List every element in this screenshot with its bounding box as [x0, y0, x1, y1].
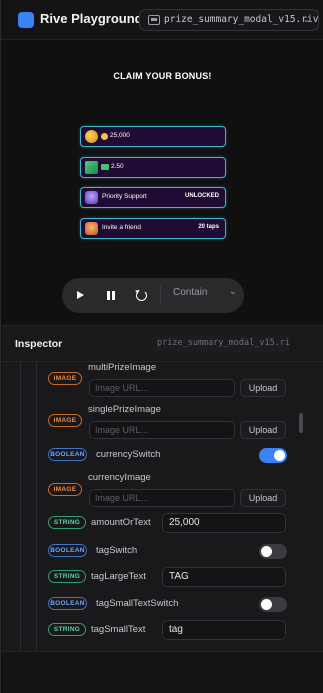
- chevron-down-icon: ⌄: [302, 14, 310, 24]
- prize-card-text: 25,000: [110, 132, 130, 139]
- prize-card-cash: 2.50: [80, 157, 226, 178]
- property-name: multiPrizeImage: [88, 362, 157, 373]
- type-badge-string: STRING: [48, 570, 86, 583]
- prize-card-coins: 25,000: [80, 126, 226, 147]
- prize-card-invite: Invite a friend 20 taps: [80, 218, 226, 239]
- type-badge-image: IMAGE: [48, 414, 82, 427]
- inspector-panel: Inspector prize_summary_modal_v15.riv mu…: [2, 325, 323, 693]
- type-badge-string: STRING: [48, 516, 86, 529]
- prize-card-text: Priority Support: [102, 193, 147, 200]
- image-url-input[interactable]: Image URL...: [89, 379, 235, 397]
- folder-icon: [148, 15, 160, 25]
- rive-logo-icon: [18, 12, 34, 28]
- type-badge-boolean: BOOLEAN: [48, 597, 87, 610]
- property-name: amountOrText: [91, 517, 151, 528]
- property-name: tagSmallTextSwitch: [96, 598, 179, 609]
- prize-card-text: Invite a friend: [102, 224, 142, 231]
- scrollbar-thumb[interactable]: [299, 413, 303, 433]
- type-badge-image: IMAGE: [48, 483, 82, 496]
- upload-button[interactable]: Upload: [240, 489, 286, 507]
- fit-select[interactable]: Contain: [173, 287, 207, 298]
- chevron-down-icon[interactable]: ⌄: [229, 286, 237, 297]
- currency-switch-toggle[interactable]: [259, 448, 287, 463]
- property-name: singlePrizeImage: [88, 404, 161, 415]
- type-badge-boolean: BOOLEAN: [48, 544, 87, 557]
- cash-icon: [85, 161, 98, 174]
- type-badge-boolean: BOOLEAN: [48, 448, 87, 461]
- type-badge-string: STRING: [48, 623, 86, 636]
- tag-small-text-input[interactable]: tag: [162, 620, 286, 640]
- upload-button[interactable]: Upload: [240, 421, 286, 439]
- play-icon[interactable]: [72, 287, 89, 304]
- app-header: Rive Playground prize_summary_modal_v15.…: [1, 0, 323, 40]
- tag-small-text-switch-toggle[interactable]: [259, 597, 287, 612]
- bottom-bar: [2, 651, 323, 693]
- amount-or-text-input[interactable]: 25,000: [162, 513, 286, 533]
- claim-bonus-title: CLAIM YOUR BONUS!: [113, 71, 212, 81]
- app-title: Rive Playground: [40, 11, 143, 26]
- property-name: currencySwitch: [96, 449, 161, 460]
- priority-star-icon: [85, 191, 98, 204]
- inspector-file-name: prize_summary_modal_v15.riv: [152, 336, 290, 352]
- invite-icon: [85, 222, 98, 235]
- property-name: tagSwitch: [96, 545, 138, 556]
- pause-icon[interactable]: [102, 287, 119, 304]
- tag-switch-toggle[interactable]: [259, 544, 287, 559]
- prize-card-status: UNLOCKED: [185, 193, 219, 199]
- property-name: tagSmallText: [91, 624, 146, 635]
- gold-coins-icon: [85, 130, 98, 143]
- toggle-knob: [274, 450, 285, 461]
- property-name: currencyImage: [88, 472, 151, 483]
- inspector-title: Inspector: [15, 338, 63, 350]
- toggle-knob: [261, 599, 272, 610]
- file-selector-name: prize_summary_modal_v15.riv: [164, 14, 319, 25]
- property-name: tagLargeText: [91, 571, 146, 582]
- image-url-input[interactable]: Image URL...: [89, 421, 235, 439]
- prize-card-status: 20 taps: [198, 224, 219, 230]
- toggle-knob: [261, 546, 272, 557]
- inspector-header: Inspector prize_summary_modal_v15.riv: [2, 326, 323, 362]
- file-selector[interactable]: prize_summary_modal_v15.riv ⌄: [139, 9, 319, 31]
- coin-icon: [101, 133, 108, 140]
- image-url-input[interactable]: Image URL...: [89, 489, 235, 507]
- bill-icon: [101, 164, 109, 170]
- upload-button[interactable]: Upload: [240, 379, 286, 397]
- tree-guide: [36, 362, 37, 657]
- preview-canvas[interactable]: CLAIM YOUR BONUS! 25,000 2.50 Priority S…: [2, 40, 323, 325]
- playback-controls: Contain ⌄: [62, 278, 244, 313]
- app-window: Rive Playground prize_summary_modal_v15.…: [0, 0, 323, 693]
- controls-divider: [160, 286, 161, 305]
- tree-guide: [20, 362, 21, 657]
- prize-card-text: 2.50: [111, 163, 124, 170]
- tag-large-text-input[interactable]: TAG: [162, 567, 286, 587]
- type-badge-image: IMAGE: [48, 372, 82, 385]
- reset-icon[interactable]: [133, 287, 150, 304]
- prize-card-priority-support: Priority Support UNLOCKED: [80, 187, 226, 208]
